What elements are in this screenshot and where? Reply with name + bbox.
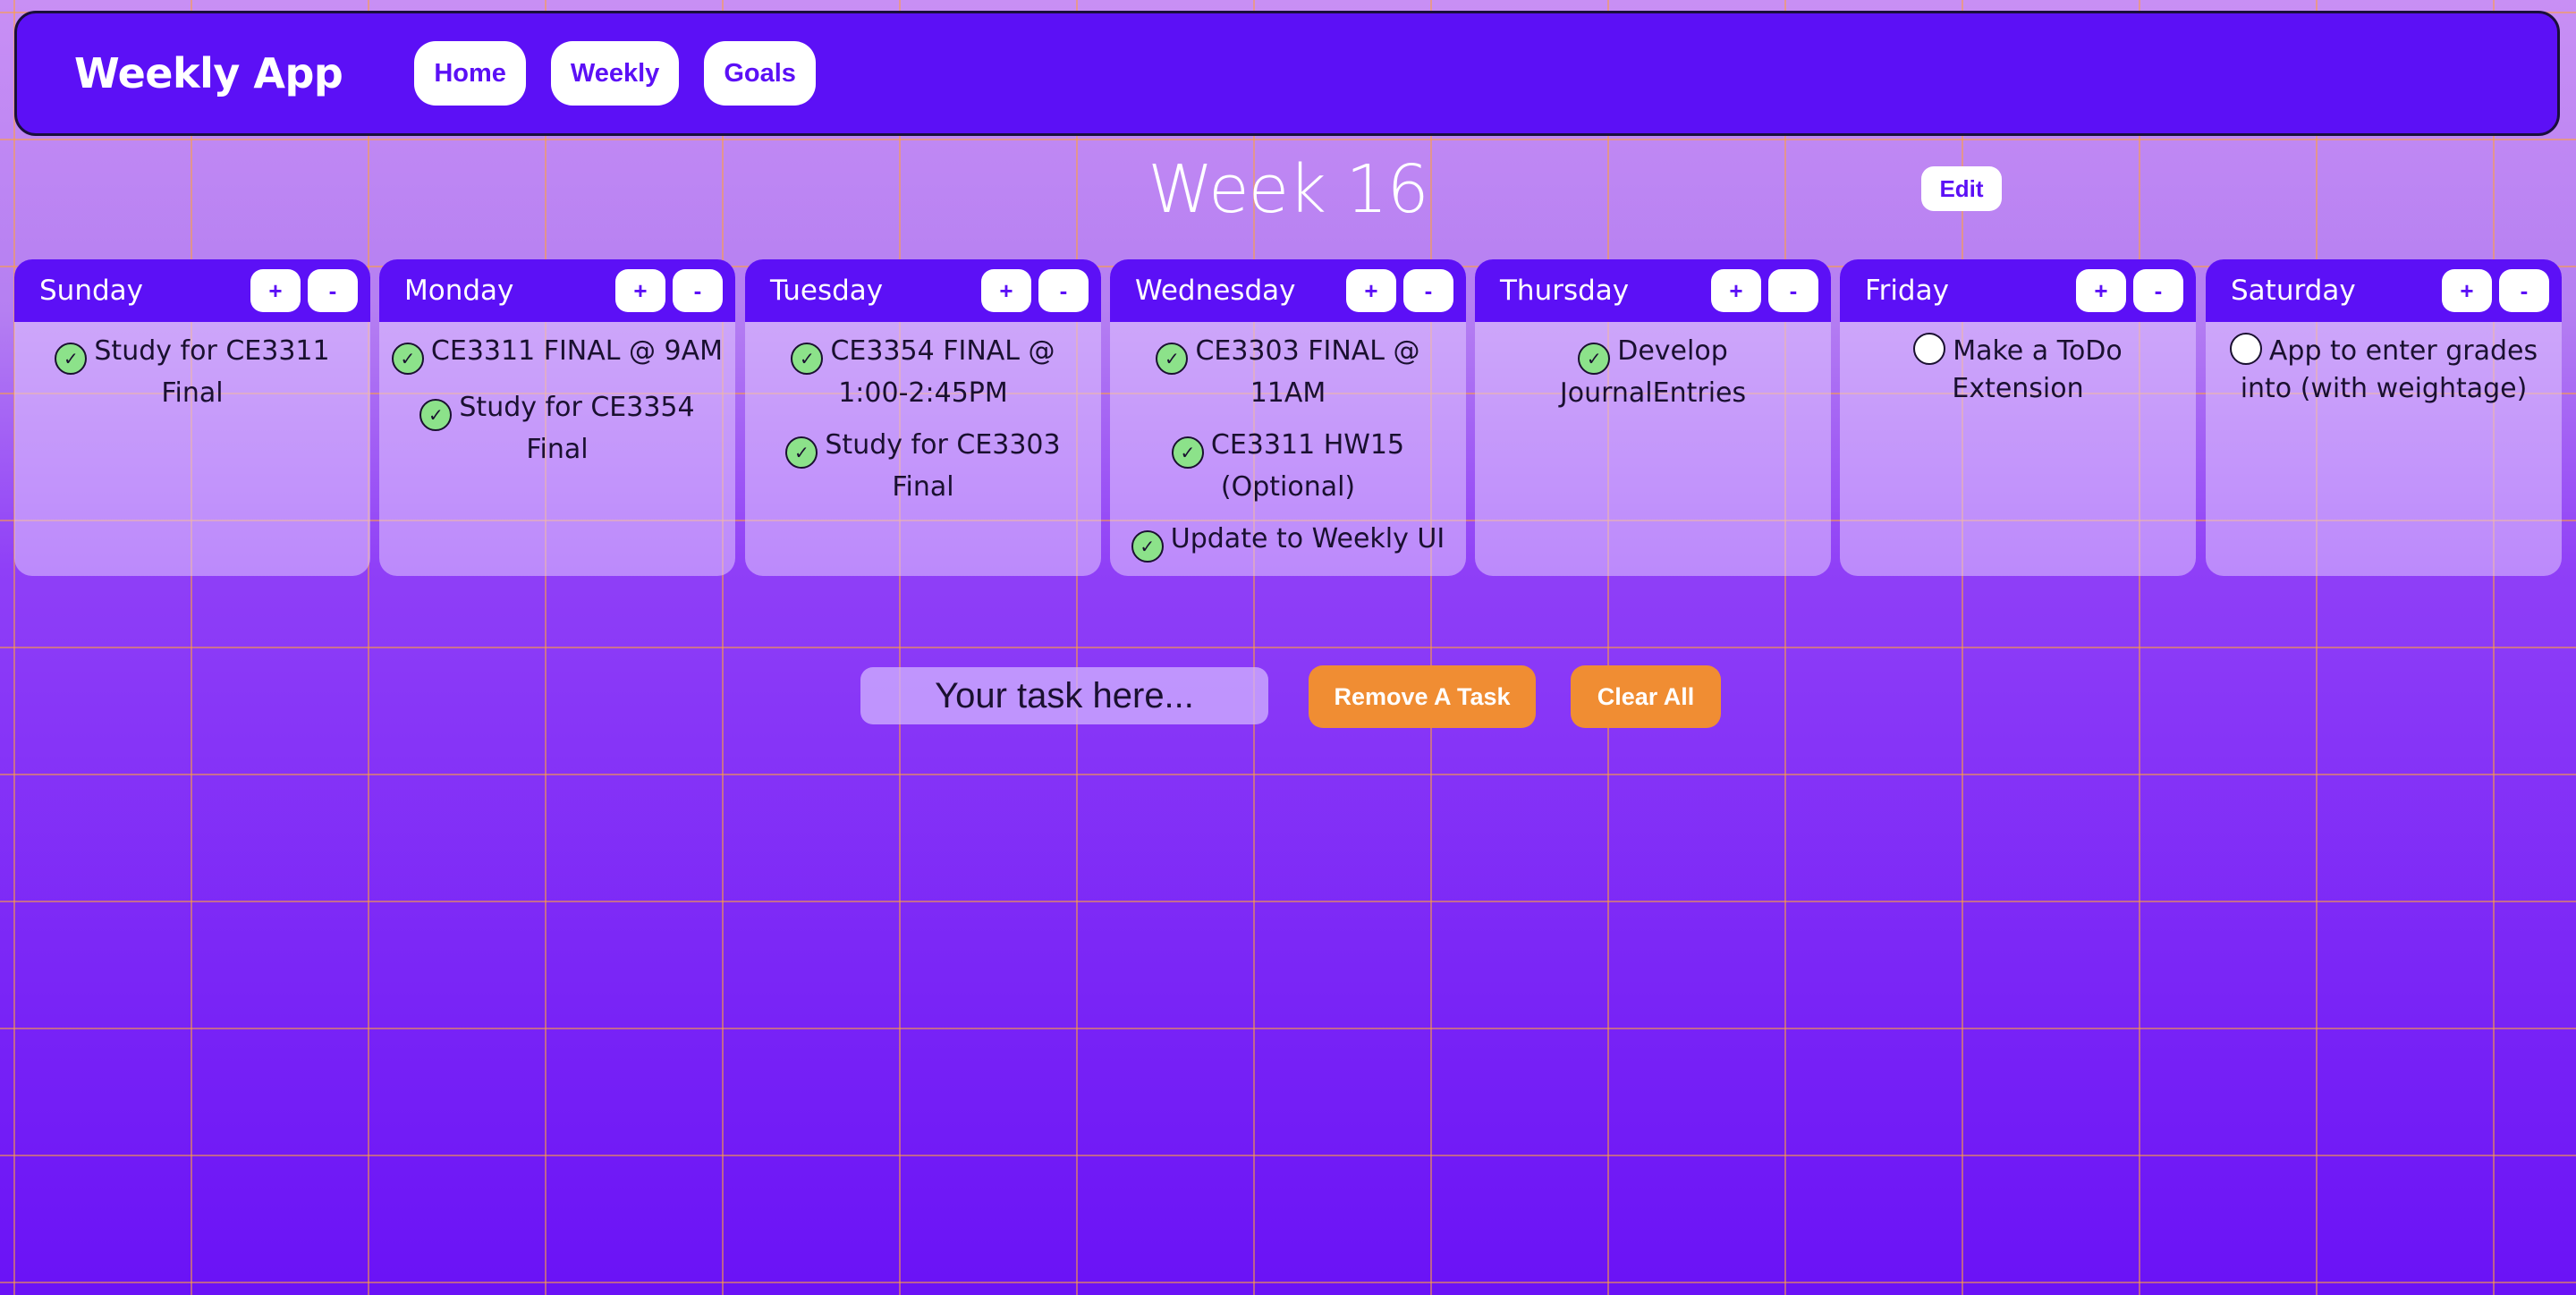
nav-home-button[interactable]: Home	[414, 41, 526, 106]
day-header: Friday + -	[1840, 259, 2196, 322]
remove-task-day-button[interactable]: -	[1403, 269, 1453, 312]
day-column-saturday: Saturday + - App to enter grades into (with…	[2206, 259, 2562, 576]
day-column-monday: Monday + - ✓ CE3311 FINAL @ 9AM ✓ Study for CE…	[379, 259, 735, 576]
add-task-button[interactable]: +	[981, 269, 1031, 312]
edit-week-button[interactable]: Edit	[1921, 166, 2002, 211]
day-header: Thursday + -	[1475, 259, 1831, 322]
task-item: ✓ CE3354 FINAL @ 1:00-2:45PM	[754, 333, 1092, 412]
task-list: ✓ Develop JournalEntries	[1475, 322, 1831, 437]
add-task-button[interactable]: +	[615, 269, 665, 312]
task-item: ✓ Update to Weekly UI	[1119, 521, 1457, 563]
brand-title: Weekly App	[74, 49, 343, 97]
day-column-wednesday: Wednesday + - ✓ CE3303 FINAL @ 11AM ✓ CE3311 H…	[1110, 259, 1466, 576]
remove-task-day-button[interactable]: -	[2133, 269, 2183, 312]
add-task-button[interactable]: +	[1346, 269, 1396, 312]
day-name: Saturday	[2231, 275, 2356, 307]
day-column-friday: Friday + - Make a ToDo Extension	[1840, 259, 2196, 576]
remove-task-button[interactable]: Remove A Task	[1309, 665, 1536, 728]
task-item: ✓ CE3311 FINAL @ 9AM	[388, 333, 726, 375]
task-list: ✓ CE3303 FINAL @ 11AM ✓ CE3311 HW15 (Option…	[1110, 322, 1466, 576]
add-task-button[interactable]: +	[2076, 269, 2126, 312]
task-text: Make a ToDo Extension	[1952, 335, 2123, 404]
day-header: Sunday + -	[14, 259, 370, 322]
task-list: Make a ToDo Extension	[1840, 322, 2196, 433]
task-list: ✓ CE3311 FINAL @ 9AM ✓ Study for CE3354 Fin…	[379, 322, 735, 494]
add-task-button[interactable]: +	[250, 269, 301, 312]
remove-task-day-button[interactable]: -	[308, 269, 358, 312]
task-checked-icon[interactable]: ✓	[1578, 343, 1611, 375]
task-item: ✓ Study for CE3311 Final	[23, 333, 361, 412]
add-task-button[interactable]: +	[2442, 269, 2492, 312]
task-item: Make a ToDo Extension	[1849, 333, 2187, 408]
day-column-sunday: Sunday + - ✓ Study for CE3311 Final	[14, 259, 370, 576]
week-title: Week 16	[1148, 151, 1428, 228]
task-list: ✓ Study for CE3311 Final	[14, 322, 370, 437]
day-name: Tuesday	[770, 275, 884, 307]
task-checked-icon[interactable]: ✓	[419, 399, 453, 431]
navbar: Weekly App Home Weekly Goals	[14, 11, 2560, 136]
day-header: Tuesday + -	[745, 259, 1101, 322]
task-unchecked-icon[interactable]	[2229, 333, 2262, 365]
task-unchecked-icon[interactable]	[1913, 333, 1946, 365]
day-name: Thursday	[1500, 275, 1630, 307]
task-item: ✓ Study for CE3303 Final	[754, 427, 1092, 506]
task-text: CE3311 HW15 (Optional)	[1210, 429, 1405, 503]
task-text: Study for CE3303 Final	[825, 429, 1061, 503]
task-item: App to enter grades into (with weightage…	[2215, 333, 2553, 408]
remove-task-day-button[interactable]: -	[1038, 269, 1089, 312]
remove-task-day-button[interactable]: -	[2499, 269, 2549, 312]
task-text: CE3354 FINAL @ 1:00-2:45PM	[830, 335, 1055, 409]
task-text: Update to Weekly UI	[1170, 523, 1445, 554]
task-checked-icon[interactable]: ✓	[1156, 343, 1189, 375]
task-text: Study for CE3354 Final	[459, 392, 695, 465]
clear-all-button[interactable]: Clear All	[1571, 665, 1721, 728]
task-input[interactable]	[860, 667, 1268, 724]
task-text: App to enter grades into (with weightage…	[2240, 335, 2538, 404]
day-column-thursday: Thursday + - ✓ Develop JournalEntries	[1475, 259, 1831, 576]
add-task-button[interactable]: +	[1711, 269, 1761, 312]
task-checked-icon[interactable]: ✓	[1131, 530, 1164, 563]
nav-goals-button[interactable]: Goals	[704, 41, 816, 106]
task-checked-icon[interactable]: ✓	[1171, 436, 1204, 469]
remove-task-day-button[interactable]: -	[673, 269, 723, 312]
task-checked-icon[interactable]: ✓	[391, 343, 424, 375]
day-header: Saturday + -	[2206, 259, 2562, 322]
day-header: Wednesday + -	[1110, 259, 1466, 322]
day-name: Monday	[404, 275, 514, 307]
task-checked-icon[interactable]: ✓	[785, 436, 818, 469]
task-item: ✓ CE3311 HW15 (Optional)	[1119, 427, 1457, 506]
task-item: ✓ Study for CE3354 Final	[388, 389, 726, 469]
task-list: App to enter grades into (with weightage…	[2206, 322, 2562, 433]
day-column-tuesday: Tuesday + - ✓ CE3354 FINAL @ 1:00-2:45PM ✓ Stu…	[745, 259, 1101, 576]
task-item: ✓ CE3303 FINAL @ 11AM	[1119, 333, 1457, 412]
task-checked-icon[interactable]: ✓	[791, 343, 824, 375]
remove-task-day-button[interactable]: -	[1768, 269, 1818, 312]
day-name: Friday	[1865, 275, 1949, 307]
task-list: ✓ CE3354 FINAL @ 1:00-2:45PM ✓ Study for CE…	[745, 322, 1101, 531]
task-item: ✓ Develop JournalEntries	[1484, 333, 1822, 412]
task-text: Study for CE3311 Final	[94, 335, 330, 409]
day-header: Monday + -	[379, 259, 735, 322]
nav-weekly-button[interactable]: Weekly	[550, 41, 680, 106]
day-name: Sunday	[39, 275, 143, 307]
task-checked-icon[interactable]: ✓	[55, 343, 88, 375]
task-text: CE3303 FINAL @ 11AM	[1195, 335, 1420, 409]
task-text: CE3311 FINAL @ 9AM	[430, 335, 724, 367]
day-name: Wednesday	[1135, 275, 1296, 307]
